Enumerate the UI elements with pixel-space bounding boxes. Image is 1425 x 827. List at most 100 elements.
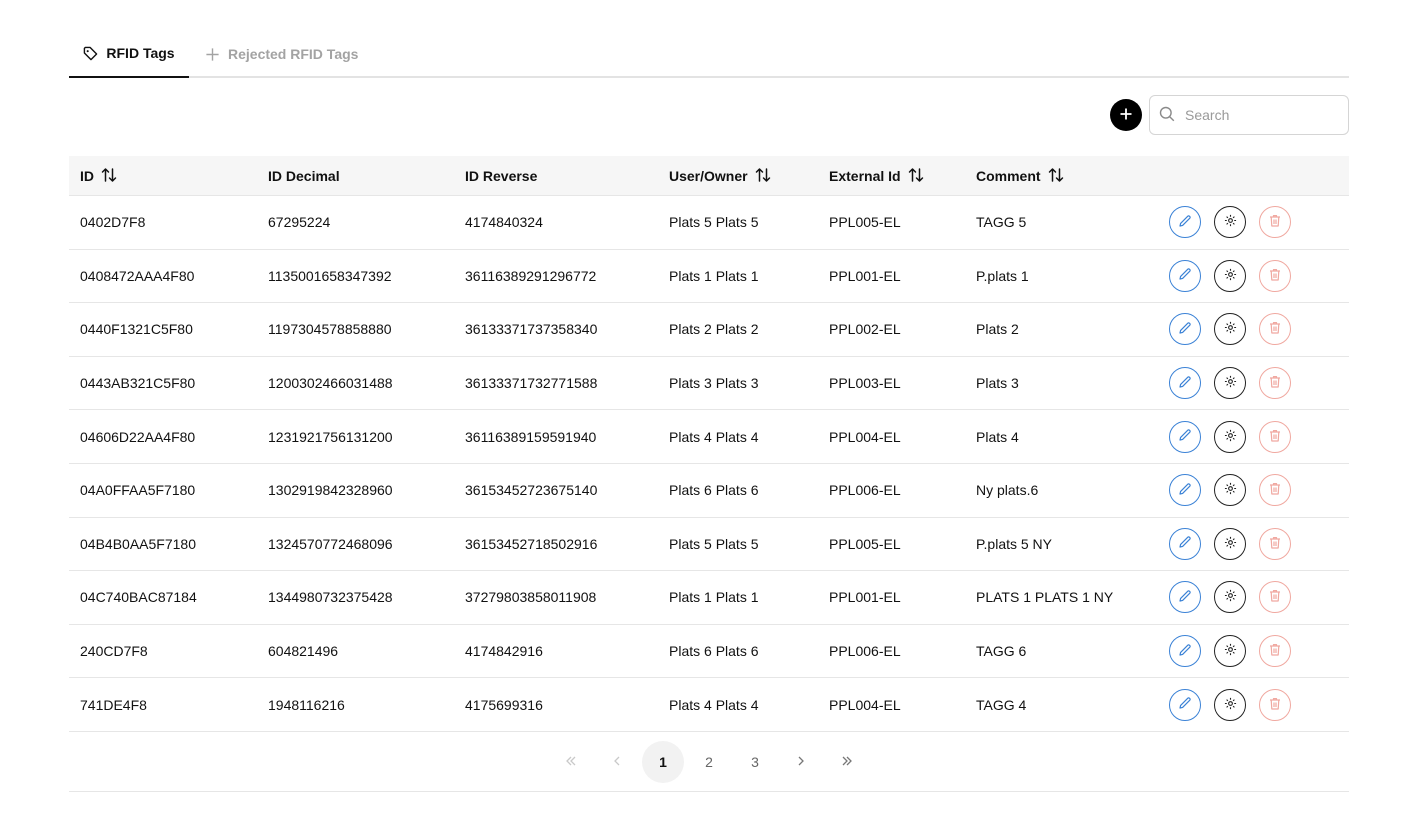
edit-button[interactable]: [1169, 259, 1201, 292]
delete-button[interactable]: [1259, 581, 1291, 614]
cell-comment: TAGG 6: [976, 643, 1027, 660]
edit-button[interactable]: [1169, 313, 1201, 346]
table-row: 04A0FFAA5F7180 1302919842328960 3615345272…: [69, 464, 1349, 518]
edit-button[interactable]: [1169, 581, 1201, 614]
edit-button[interactable]: [1169, 474, 1201, 507]
cell-user-owner: Plats 5 Plats 5: [669, 214, 759, 231]
pencil-icon: [1178, 482, 1192, 499]
settings-button[interactable]: [1214, 635, 1246, 668]
edit-button[interactable]: [1169, 206, 1201, 239]
settings-button[interactable]: [1214, 420, 1246, 453]
cell-user-owner: Plats 6 Plats 6: [669, 643, 759, 660]
edit-button[interactable]: [1169, 367, 1201, 400]
pencil-icon: [1178, 267, 1192, 284]
sort-icon: [755, 167, 771, 186]
cell-user-owner: Plats 1 Plats 1: [669, 267, 759, 284]
gear-icon: [1224, 536, 1237, 552]
row-actions: [1169, 303, 1291, 356]
edit-button[interactable]: [1169, 420, 1201, 453]
trash-icon: [1269, 214, 1281, 230]
settings-button[interactable]: [1214, 259, 1246, 292]
rfid-table: ID ID Decimal ID Reverse User/Owner Exte…: [69, 156, 1349, 732]
settings-button[interactable]: [1214, 527, 1246, 560]
settings-button[interactable]: [1214, 474, 1246, 507]
double-chevron-right-icon: [840, 754, 854, 771]
sort-icon: [1048, 167, 1064, 186]
trash-icon: [1269, 268, 1281, 284]
row-actions: [1169, 250, 1291, 303]
tab-rfid-tags[interactable]: RFID Tags: [69, 30, 189, 78]
first-page-button[interactable]: [550, 741, 592, 783]
trash-icon: [1269, 697, 1281, 713]
last-page-button[interactable]: [826, 741, 868, 783]
cell-user-owner: Plats 6 Plats 6: [669, 482, 759, 499]
delete-button[interactable]: [1259, 367, 1291, 400]
row-actions: [1169, 518, 1291, 571]
plus-icon: [1120, 107, 1132, 123]
edit-button[interactable]: [1169, 527, 1201, 560]
delete-button[interactable]: [1259, 259, 1291, 292]
trash-icon: [1269, 536, 1281, 552]
cell-comment: TAGG 4: [976, 696, 1027, 713]
cell-comment: TAGG 5: [976, 214, 1027, 231]
settings-button[interactable]: [1214, 313, 1246, 346]
double-chevron-left-icon: [564, 754, 578, 771]
cell-id-reverse: 4175699316: [465, 696, 543, 713]
trash-icon: [1269, 589, 1281, 605]
header-label: Comment: [976, 168, 1041, 184]
table-row: 0402D7F8 67295224 4174840324 Plats 5 Plats …: [69, 196, 1349, 250]
delete-button[interactable]: [1259, 635, 1291, 668]
cell-id-reverse: 36133371732771588: [465, 375, 598, 392]
delete-button[interactable]: [1259, 206, 1291, 239]
cell-id-decimal: 1948116216: [268, 696, 345, 713]
pencil-icon: [1178, 214, 1192, 231]
settings-button[interactable]: [1214, 206, 1246, 239]
page-button-2[interactable]: 2: [688, 741, 730, 783]
tab-rejected-rfid-tags[interactable]: Rejected RFID Tags: [205, 30, 358, 78]
cell-user-owner: Plats 3 Plats 3: [669, 375, 759, 392]
trash-icon: [1269, 321, 1281, 337]
delete-button[interactable]: [1259, 420, 1291, 453]
page-button-3[interactable]: 3: [734, 741, 776, 783]
column-header-external-id[interactable]: External Id: [829, 156, 924, 196]
cell-id: 0408472AAA4F80: [80, 267, 195, 284]
search-input[interactable]: [1185, 107, 1335, 123]
gear-icon: [1224, 429, 1237, 445]
cell-id-reverse: 4174840324: [465, 214, 543, 231]
column-header-id[interactable]: ID: [80, 156, 117, 196]
column-header-id-decimal: ID Decimal: [268, 156, 340, 196]
cell-id-decimal: 604821496: [268, 643, 339, 660]
cell-external-id: PPL005-EL: [829, 214, 901, 231]
settings-button[interactable]: [1214, 688, 1246, 721]
prev-page-button[interactable]: [596, 741, 638, 783]
next-page-button[interactable]: [780, 741, 822, 783]
delete-button[interactable]: [1259, 474, 1291, 507]
edit-button[interactable]: [1169, 688, 1201, 721]
column-header-user-owner[interactable]: User/Owner: [669, 156, 771, 196]
header-label: User/Owner: [669, 168, 748, 184]
pagination: 1 2 3: [69, 731, 1349, 792]
cell-external-id: PPL005-EL: [829, 535, 901, 552]
table-row: 741DE4F8 1948116216 4175699316 Plats 4 Plat…: [69, 678, 1349, 732]
page-button-1[interactable]: 1: [642, 741, 684, 783]
delete-button[interactable]: [1259, 313, 1291, 346]
cell-id-decimal: 67295224: [268, 214, 331, 231]
cell-comment: Plats 2: [976, 321, 1019, 338]
pencil-icon: [1178, 321, 1192, 338]
delete-button[interactable]: [1259, 527, 1291, 560]
add-tag-button[interactable]: [1110, 99, 1142, 131]
search-icon: [1159, 106, 1175, 125]
cell-id-reverse: 36153452718502916: [465, 535, 598, 552]
settings-button[interactable]: [1214, 367, 1246, 400]
tag-icon: [83, 46, 98, 61]
cell-external-id: PPL004-EL: [829, 428, 901, 445]
table-row: 04B4B0AA5F7180 1324570772468096 3615345271…: [69, 518, 1349, 572]
delete-button[interactable]: [1259, 688, 1291, 721]
cell-external-id: PPL004-EL: [829, 696, 901, 713]
edit-button[interactable]: [1169, 635, 1201, 668]
column-header-comment[interactable]: Comment: [976, 156, 1064, 196]
cell-external-id: PPL001-EL: [829, 267, 901, 284]
row-actions: [1169, 196, 1291, 249]
row-actions: [1169, 678, 1291, 731]
settings-button[interactable]: [1214, 581, 1246, 614]
